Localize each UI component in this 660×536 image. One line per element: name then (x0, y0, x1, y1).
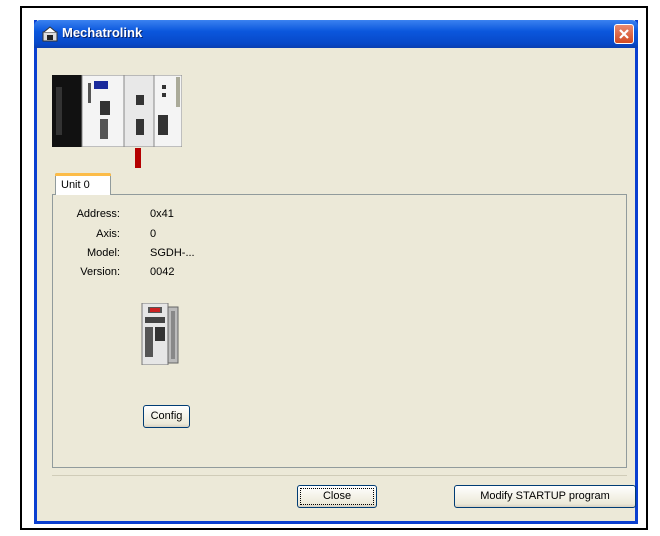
tab-highlight (55, 173, 111, 176)
mechatrolink-app-icon (42, 26, 58, 42)
config-button[interactable]: Config (143, 405, 190, 428)
version-label: Version: (80, 266, 120, 278)
version-value: 0042 (150, 266, 175, 278)
model-label: Model: (86, 247, 120, 259)
title-bar[interactable]: Mechatrolink (34, 20, 638, 48)
window-title: Mechatrolink (62, 25, 143, 40)
servo-drive-image (141, 303, 179, 365)
axis-value: 0 (150, 228, 157, 240)
modify-startup-button[interactable]: Modify STARTUP program (454, 485, 636, 508)
close-button-label: Close (322, 490, 352, 502)
config-button-label: Config (150, 410, 183, 422)
axis-label: Axis: (96, 228, 120, 240)
address-value: 0x41 (150, 208, 174, 220)
close-icon (619, 29, 629, 39)
model-value: SGDH-... (150, 247, 195, 259)
modify-startup-label: Modify STARTUP program (480, 490, 610, 502)
tab-label: Unit 0 (61, 179, 90, 191)
tab-unit-0[interactable]: Unit 0 (55, 173, 111, 195)
close-button[interactable]: Close (297, 485, 377, 508)
selected-unit-marker (135, 148, 141, 168)
close-window-button[interactable] (614, 24, 634, 44)
unit-panel (52, 194, 627, 468)
button-bar-divider (52, 475, 627, 476)
address-label: Address: (76, 208, 120, 220)
controller-rack-image[interactable] (52, 75, 182, 147)
